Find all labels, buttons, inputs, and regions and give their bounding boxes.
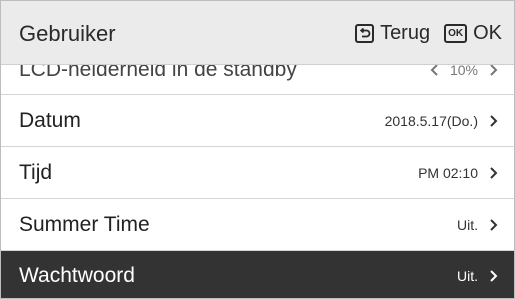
menu-item-label: Tijd [19,160,53,184]
menu-item-label: Datum [19,108,81,132]
ok-button-label[interactable]: OK [473,22,502,45]
menu-item-tijd[interactable]: Tijd PM 02:10 [1,147,514,199]
chevron-right-icon [490,269,498,282]
back-icon[interactable] [355,24,375,43]
menu-item-wachtwoord[interactable]: Wachtwoord Uit. [1,251,514,298]
chevron-right-icon [490,166,498,179]
menu-item-value-group: Uit. [457,217,500,233]
header-actions: Terug OK OK [355,22,502,45]
back-button-label[interactable]: Terug [380,22,430,45]
menu-item-label: Wachtwoord [19,263,135,287]
menu-item-label: Summer Time [19,212,150,236]
menu-item-datum[interactable]: Datum 2018.5.17(Do.) [1,95,514,147]
menu-item-value-group: PM 02:10 [418,165,500,181]
menu-item-value: PM 02:10 [418,164,478,181]
menu-item-value: 2018.5.17(Do.) [384,112,478,129]
page-title: Gebruiker [19,21,116,46]
header-bar: Gebruiker Terug OK OK [1,1,514,65]
ok-icon[interactable]: OK [444,24,468,43]
settings-screen: LCD-helderheid in de standby 10% Datum 2… [0,0,515,299]
menu-item-value: Uit. [457,267,478,284]
chevron-right-icon [490,218,498,231]
menu-item-value-group: Uit. [457,268,500,284]
chevron-right-icon [490,114,498,127]
menu-item-value-group: 2018.5.17(Do.) [385,113,500,129]
menu-item-value: Uit. [457,216,478,233]
menu-item-summer-time[interactable]: Summer Time Uit. [1,199,514,251]
